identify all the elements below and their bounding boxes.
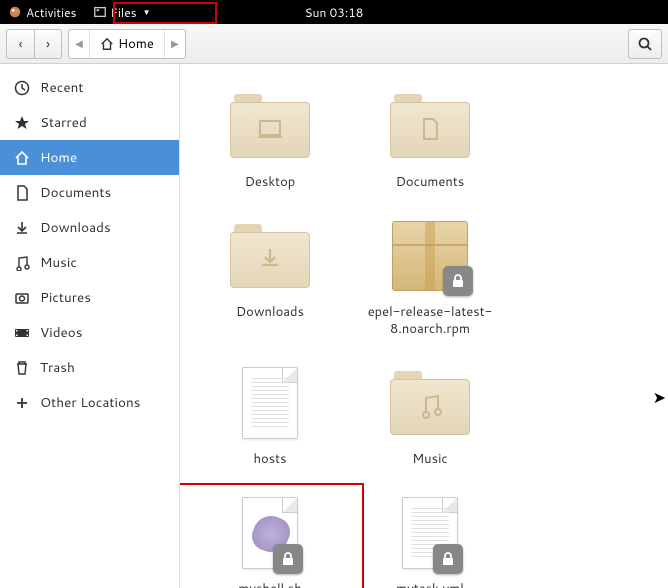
app-menu-label: Files — [111, 4, 137, 21]
activities-button[interactable]: Activities — [0, 0, 85, 24]
app-menu[interactable]: Files ▼ — [85, 0, 159, 24]
music-icon — [14, 255, 30, 271]
sidebar-item-label: Music — [40, 253, 77, 272]
file-label: Documents — [396, 174, 465, 190]
path-segment-home[interactable]: Home — [89, 30, 165, 58]
sidebar-item-documents[interactable]: Documents — [0, 175, 179, 210]
search-icon — [637, 36, 653, 52]
sidebar: Recent Starred Home Documents Downloads … — [0, 64, 180, 588]
search-button[interactable] — [628, 29, 662, 59]
folder-icon — [388, 361, 472, 445]
file-label: Music — [412, 451, 448, 467]
plus-icon — [14, 395, 30, 411]
camera-icon — [14, 290, 30, 306]
chevron-down-icon: ▼ — [143, 6, 151, 18]
file-label: Downloads — [236, 304, 304, 320]
file-label: epel-release-latest-8.noarch.rpm — [355, 304, 505, 337]
chevron-right-icon: › — [46, 34, 50, 54]
download-icon — [14, 220, 30, 236]
activities-label: Activities — [26, 4, 77, 21]
sidebar-item-label: Documents — [40, 183, 111, 202]
chevron-left-icon: ‹ — [19, 34, 23, 54]
nav-buttons: ‹ › — [6, 29, 62, 59]
sidebar-item-videos[interactable]: Videos — [0, 315, 179, 350]
main-area: Recent Starred Home Documents Downloads … — [0, 64, 668, 588]
folder-icon — [388, 84, 472, 168]
clock[interactable]: Sun 03:18 — [297, 0, 372, 24]
document-icon — [14, 185, 30, 201]
trash-icon — [14, 360, 30, 376]
package-icon — [388, 214, 472, 298]
path-next-icon[interactable]: ▶ — [165, 37, 185, 51]
lock-icon — [443, 266, 473, 296]
forward-button[interactable]: › — [34, 29, 62, 59]
sidebar-item-label: Recent — [40, 78, 83, 97]
sidebar-item-starred[interactable]: Starred — [0, 105, 179, 140]
sidebar-item-label: Downloads — [40, 218, 111, 237]
file-item[interactable]: mytask.yml — [350, 491, 510, 588]
sidebar-item-label: Home — [40, 148, 77, 167]
folder-icon — [228, 84, 312, 168]
file-label: mytask.yml — [396, 581, 464, 588]
path-prev-icon[interactable]: ◀ — [69, 37, 89, 51]
file-script-icon — [228, 491, 312, 575]
sidebar-item-label: Videos — [40, 323, 82, 342]
activities-icon — [8, 5, 22, 19]
sidebar-item-trash[interactable]: Trash — [0, 350, 179, 385]
file-label: hosts — [253, 451, 286, 467]
file-label: myshell.sh — [238, 581, 302, 588]
path-segment-label: Home — [118, 35, 154, 53]
file-item[interactable]: epel-release-latest-8.noarch.rpm — [350, 214, 510, 337]
file-item[interactable]: Downloads — [190, 214, 350, 337]
clock-icon — [14, 80, 30, 96]
sidebar-item-label: Starred — [40, 113, 87, 132]
path-bar: ◀ Home ▶ — [68, 29, 186, 59]
sidebar-item-label: Pictures — [40, 288, 91, 307]
file-text-icon — [388, 491, 472, 575]
back-button[interactable]: ‹ — [6, 29, 34, 59]
header-toolbar: ‹ › ◀ Home ▶ — [0, 24, 668, 64]
file-label: Desktop — [245, 174, 296, 190]
folder-icon — [228, 214, 312, 298]
file-item[interactable]: Desktop — [190, 84, 350, 190]
files-app-icon — [93, 5, 107, 19]
lock-icon — [433, 544, 463, 574]
sidebar-item-label: Trash — [40, 358, 75, 377]
sidebar-item-recent[interactable]: Recent — [0, 70, 179, 105]
file-item[interactable]: Documents — [350, 84, 510, 190]
file-item[interactable]: myshell.sh — [190, 491, 350, 588]
file-view[interactable]: Desktop Documents Downloads epel-release-la… — [180, 64, 668, 588]
lock-icon — [273, 544, 303, 574]
clock-label: Sun 03:18 — [305, 4, 364, 21]
file-item[interactable]: hosts — [190, 361, 350, 467]
home-icon — [100, 37, 114, 51]
file-text-icon — [228, 361, 312, 445]
star-icon — [14, 115, 30, 131]
file-item[interactable]: Music — [350, 361, 510, 467]
sidebar-item-other-locations[interactable]: Other Locations — [0, 385, 179, 420]
top-panel: Activities Files ▼ Sun 03:18 — [0, 0, 668, 24]
sidebar-item-pictures[interactable]: Pictures — [0, 280, 179, 315]
sidebar-item-downloads[interactable]: Downloads — [0, 210, 179, 245]
sidebar-item-home[interactable]: Home — [0, 140, 179, 175]
home-icon — [14, 150, 30, 166]
sidebar-item-label: Other Locations — [40, 393, 140, 412]
sidebar-item-music[interactable]: Music — [0, 245, 179, 280]
video-icon — [14, 325, 30, 341]
